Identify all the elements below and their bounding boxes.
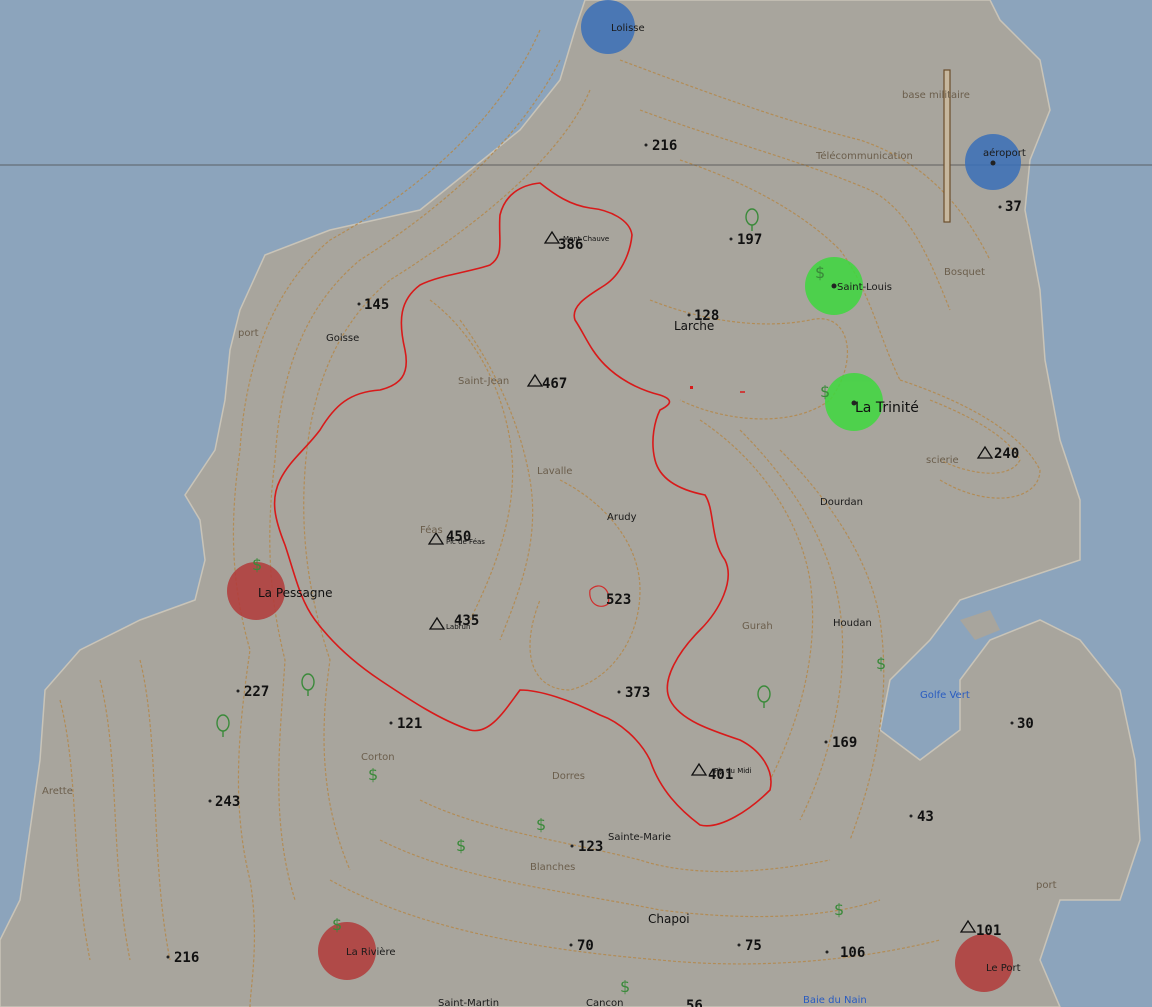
- altitude-label: 123: [578, 839, 603, 855]
- altitude-label: 467: [542, 376, 567, 392]
- altitude-label: 240: [994, 446, 1019, 462]
- dollar-icon: $: [252, 555, 262, 574]
- dollar-icon: $: [620, 977, 630, 996]
- place-label: La Trinité: [855, 400, 919, 416]
- altitude-label: 70: [577, 938, 594, 954]
- place-label: Saint-Louis: [837, 282, 892, 293]
- place-label: Houdan: [833, 618, 872, 629]
- place-label: port: [238, 328, 259, 339]
- altitude-label: 523: [606, 592, 631, 608]
- place-label: La Pessagne: [258, 586, 333, 600]
- place-label: Dorres: [552, 771, 585, 782]
- place-label: port: [1036, 880, 1057, 891]
- dollar-icon: $: [536, 815, 546, 834]
- dollar-icon: $: [876, 654, 886, 673]
- altitude-label: 30: [1017, 716, 1034, 732]
- altitude-label: 169: [832, 735, 857, 751]
- place-label: Chapoi: [648, 912, 690, 926]
- altitude-label: 106: [840, 945, 865, 961]
- place-label: Sainte-Marie: [608, 832, 671, 843]
- place-label: Blanches: [530, 862, 575, 873]
- boundary-marker: [690, 386, 693, 389]
- place-label: Féas: [420, 524, 443, 536]
- place-label: Arette: [42, 786, 73, 797]
- altitude-label: 216: [174, 950, 199, 966]
- place-label: base militaire: [902, 90, 970, 101]
- place-label: Corton: [361, 752, 395, 763]
- place-label: Lavalle: [537, 466, 572, 477]
- place-label: Télécommunication: [815, 150, 913, 162]
- altitude-label: 216: [652, 138, 677, 154]
- altitude-label: 227: [244, 684, 269, 700]
- dollar-icon: $: [332, 915, 342, 934]
- place-label: Le Port: [986, 963, 1021, 974]
- place-label: Dourdan: [820, 497, 863, 508]
- place-label: Lolisse: [611, 23, 645, 34]
- dollar-icon: $: [456, 836, 466, 855]
- place-label: scierie: [926, 455, 959, 466]
- water-label: Baie du Nain: [803, 995, 867, 1006]
- altitude-label: 37: [1005, 199, 1022, 215]
- water-label: Golfe Vert: [920, 690, 970, 701]
- altitude-label: 145: [364, 297, 389, 313]
- altitude-label: 56: [686, 998, 703, 1007]
- altitude-label: 197: [737, 232, 762, 248]
- altitude-label: 435: [454, 613, 479, 629]
- place-label: Saint-Martin: [438, 998, 499, 1007]
- map-canvas[interactable]: $ $ $ $ $ $ $ $ $ $ Lolisse base militai…: [0, 0, 1152, 1007]
- altitude-label: 121: [397, 716, 422, 732]
- place-label: La Rivière: [346, 946, 396, 958]
- altitude-label: 75: [745, 938, 762, 954]
- place-label: Cancon: [586, 998, 623, 1007]
- dollar-icon: $: [368, 765, 378, 784]
- place-label: Saint-Jean: [458, 376, 509, 387]
- altitude-label: 373: [625, 685, 650, 701]
- altitude-label: 43: [917, 809, 934, 825]
- altitude-label: 386: [558, 237, 583, 253]
- place-label: Goisse: [326, 333, 359, 344]
- altitude-label: 401: [708, 767, 733, 783]
- altitude-label: 243: [215, 794, 240, 810]
- place-label: Gurah: [742, 621, 773, 632]
- dollar-icon: $: [834, 900, 844, 919]
- dollar-icon: $: [815, 263, 825, 282]
- map-view[interactable]: $ $ $ $ $ $ $ $ $ $ Lolisse base militai…: [0, 0, 1152, 1007]
- altitude-label: 128: [694, 308, 719, 324]
- place-label: aéroport: [983, 147, 1026, 159]
- altitude-label: 101: [976, 923, 1001, 939]
- place-label: Arudy: [607, 512, 637, 523]
- altitude-label: 450: [446, 529, 471, 545]
- place-label: Bosquet: [944, 267, 985, 278]
- dollar-icon: $: [820, 382, 830, 401]
